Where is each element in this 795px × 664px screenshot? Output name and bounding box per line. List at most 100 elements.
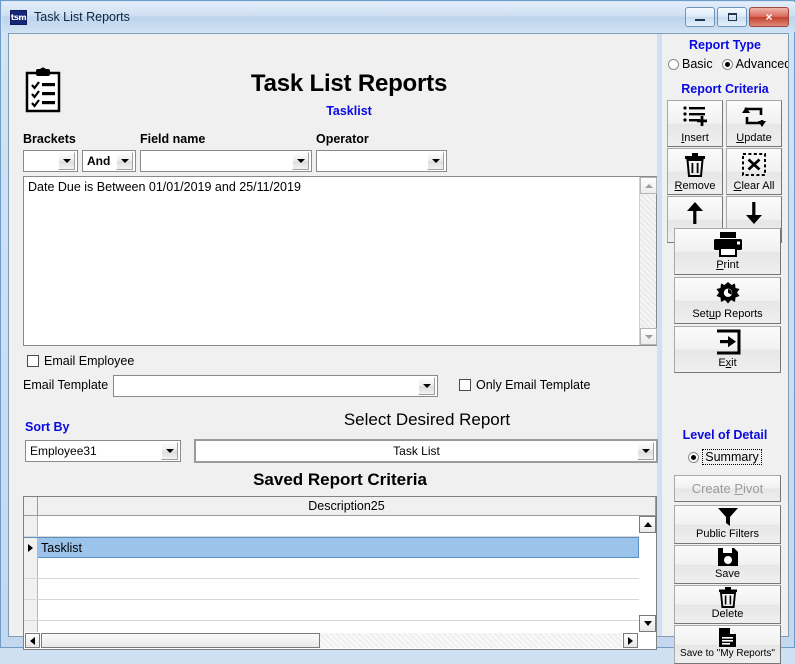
row-description: Tasklist bbox=[38, 541, 638, 555]
scroll-right-button[interactable] bbox=[623, 633, 638, 648]
trash-icon bbox=[718, 586, 738, 608]
row-indicator bbox=[24, 600, 38, 620]
right-pane: Report Type Basic Advanced Report Criter… bbox=[662, 34, 788, 636]
radio-advanced-label: Advanced bbox=[736, 57, 788, 71]
radio-advanced[interactable]: Advanced bbox=[722, 57, 788, 71]
create-pivot-button-label: Create Pivot bbox=[692, 483, 764, 495]
only-email-template-label: Only Email Template bbox=[476, 378, 590, 392]
floppy-disk-icon bbox=[717, 546, 739, 568]
create-pivot-button[interactable]: Create Pivot bbox=[674, 475, 781, 502]
scroll-thumb[interactable] bbox=[41, 633, 320, 648]
funnel-icon bbox=[717, 506, 739, 528]
grid-column-header-description[interactable]: Description25 bbox=[38, 497, 656, 515]
save-to-my-reports-button[interactable]: Save to "My Reports" bbox=[674, 625, 781, 664]
field-name-label: Field name bbox=[140, 132, 205, 146]
table-row[interactable] bbox=[24, 579, 639, 600]
document-icon bbox=[718, 626, 737, 648]
delete-button-label: Delete bbox=[712, 608, 744, 620]
only-email-template-checkbox[interactable]: Only Email Template bbox=[459, 378, 590, 392]
criteria-line[interactable]: Date Due is Between 01/01/2019 and 25/11… bbox=[24, 177, 656, 194]
table-row[interactable] bbox=[24, 516, 639, 537]
radio-summary[interactable]: Summary bbox=[688, 449, 761, 465]
maximize-button[interactable] bbox=[717, 7, 747, 27]
current-row-arrow-icon bbox=[28, 544, 33, 552]
chevron-down-icon[interactable] bbox=[292, 152, 309, 170]
row-indicator bbox=[24, 516, 38, 536]
row-indicator bbox=[24, 621, 38, 632]
criteria-list-scrollbar[interactable] bbox=[639, 177, 656, 345]
row-indicator bbox=[24, 558, 38, 578]
minimize-button[interactable] bbox=[685, 7, 715, 27]
criteria-list[interactable]: Date Due is Between 01/01/2019 and 25/11… bbox=[23, 176, 657, 346]
operator-label: Operator bbox=[316, 132, 369, 146]
public-filters-button-label: Public Filters bbox=[696, 528, 759, 540]
report-type-title: Report Type bbox=[662, 38, 788, 52]
operator-combo[interactable] bbox=[316, 150, 447, 172]
grid-horizontal-scrollbar[interactable] bbox=[24, 632, 639, 649]
delete-button[interactable]: Delete bbox=[674, 585, 781, 624]
scroll-down-button[interactable] bbox=[639, 615, 656, 632]
close-button[interactable]: × bbox=[749, 7, 789, 27]
row-indicator bbox=[24, 579, 38, 599]
save-to-my-reports-button-label: Save to "My Reports" bbox=[680, 648, 775, 660]
chevron-down-icon[interactable] bbox=[427, 152, 444, 170]
chevron-down-icon[interactable] bbox=[116, 152, 133, 170]
exit-button[interactable]: Exit bbox=[674, 326, 781, 373]
scroll-down-button[interactable] bbox=[640, 328, 657, 345]
clear-all-button[interactable]: Clear All bbox=[726, 148, 782, 195]
table-row[interactable]: Tasklist bbox=[24, 537, 639, 558]
scroll-up-button[interactable] bbox=[640, 177, 657, 194]
update-button[interactable]: Update bbox=[726, 100, 782, 147]
report-select-combo[interactable]: Task List bbox=[194, 439, 658, 463]
saved-criteria-grid[interactable]: Description25 Tasklist bbox=[23, 496, 657, 650]
email-employee-label: Email Employee bbox=[44, 354, 134, 368]
remove-button-label: Remove bbox=[675, 180, 716, 192]
insert-button[interactable]: Insert bbox=[667, 100, 723, 147]
scroll-left-button[interactable] bbox=[25, 633, 40, 648]
sort-by-value: Employee31 bbox=[26, 444, 161, 458]
setup-reports-button[interactable]: Setup Reports bbox=[674, 277, 781, 324]
level-of-detail-radio-group: Summary bbox=[662, 449, 788, 465]
window-title: Task List Reports bbox=[34, 10, 130, 24]
page-subtitle: Tasklist bbox=[139, 104, 559, 118]
chevron-down-icon[interactable] bbox=[58, 152, 75, 170]
radio-basic-label: Basic bbox=[682, 57, 713, 71]
report-select-value: Task List bbox=[196, 444, 637, 458]
chevron-down-icon[interactable] bbox=[418, 377, 435, 395]
brackets-combo[interactable] bbox=[23, 150, 78, 172]
email-employee-checkbox[interactable]: Email Employee bbox=[27, 354, 134, 368]
scroll-track[interactable] bbox=[41, 633, 622, 648]
email-template-label: Email Template bbox=[23, 378, 108, 392]
gear-icon bbox=[714, 278, 742, 308]
remove-button[interactable]: Remove bbox=[667, 148, 723, 195]
field-name-combo[interactable] bbox=[140, 150, 312, 172]
table-row[interactable] bbox=[24, 600, 639, 621]
scroll-track[interactable] bbox=[640, 194, 656, 328]
minimize-icon bbox=[695, 19, 705, 21]
radio-circle bbox=[722, 59, 733, 70]
arrow-up-icon bbox=[685, 197, 705, 228]
report-type-radio-group: Basic Advanced bbox=[662, 57, 788, 71]
radio-basic[interactable]: Basic bbox=[668, 57, 713, 71]
clipboard-checklist-icon bbox=[23, 67, 63, 113]
grid-header-row: Description25 bbox=[24, 497, 656, 516]
conjunction-combo[interactable]: And bbox=[82, 150, 136, 172]
trash-icon bbox=[684, 149, 706, 180]
email-template-combo[interactable] bbox=[113, 375, 438, 397]
clear-all-button-label: Clear All bbox=[734, 180, 775, 192]
close-icon: × bbox=[765, 11, 772, 23]
table-row[interactable] bbox=[24, 621, 639, 632]
chevron-down-icon[interactable] bbox=[637, 442, 654, 460]
clear-x-icon bbox=[742, 149, 766, 180]
report-criteria-title: Report Criteria bbox=[662, 82, 788, 96]
sort-by-combo[interactable]: Employee31 bbox=[25, 440, 181, 462]
exit-button-label: Exit bbox=[718, 357, 736, 369]
application-window: tsm Task List Reports × bbox=[0, 0, 795, 648]
scroll-up-button[interactable] bbox=[639, 516, 656, 533]
save-button[interactable]: Save bbox=[674, 545, 781, 584]
print-button[interactable]: Print bbox=[674, 228, 781, 275]
grid-vertical-scrollbar[interactable] bbox=[639, 516, 656, 632]
public-filters-button[interactable]: Public Filters bbox=[674, 505, 781, 544]
table-row[interactable] bbox=[24, 558, 639, 579]
chevron-down-icon[interactable] bbox=[161, 442, 178, 460]
